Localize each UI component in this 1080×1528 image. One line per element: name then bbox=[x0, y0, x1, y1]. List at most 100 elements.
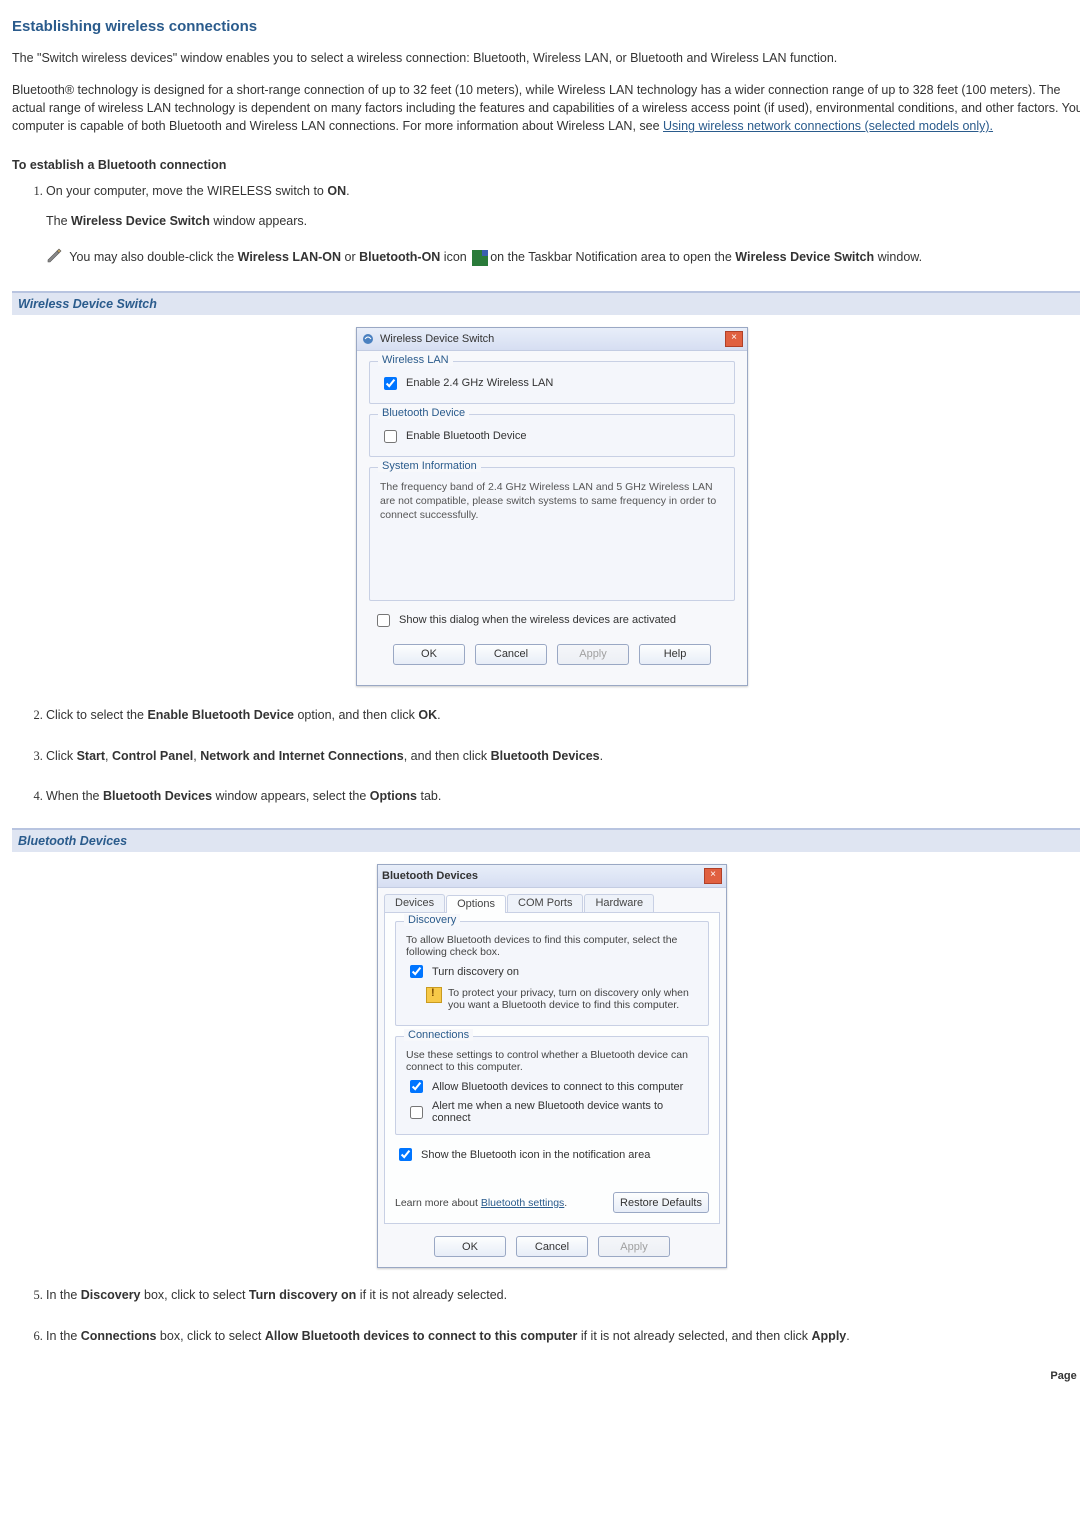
step-4-c: window appears, select the bbox=[212, 789, 370, 803]
note-text-a: You may also double-click the bbox=[69, 250, 237, 264]
step-4-d: Options bbox=[370, 789, 417, 803]
btd-button-row: OK Cancel Apply bbox=[378, 1230, 726, 1267]
note-block: You may also double-click the Wireless L… bbox=[46, 247, 1080, 269]
intro-paragraph-2: Bluetooth® technology is designed for a … bbox=[12, 81, 1080, 135]
cancel-button[interactable]: Cancel bbox=[516, 1236, 588, 1257]
enable-wlan-label: Enable 2.4 GHz Wireless LAN bbox=[406, 377, 553, 389]
step-6-a: In the bbox=[46, 1329, 81, 1343]
cancel-button[interactable]: Cancel bbox=[475, 644, 547, 665]
step-5-b: Discovery bbox=[81, 1288, 141, 1302]
wds-titlebar: Wireless Device Switch × bbox=[357, 328, 747, 351]
btd-options-panel: Discovery To allow Bluetooth devices to … bbox=[384, 912, 720, 1224]
step-1-extra-c: window appears. bbox=[210, 214, 307, 228]
close-icon[interactable]: × bbox=[704, 868, 722, 884]
wds-title-icon bbox=[361, 332, 375, 346]
step-1-extra-b: Wireless Device Switch bbox=[71, 214, 210, 228]
wireless-device-switch-dialog: Wireless Device Switch × Wireless LAN En… bbox=[356, 327, 748, 686]
step-6-g: . bbox=[846, 1329, 849, 1343]
figure-title-btd: Bluetooth Devices bbox=[12, 828, 1080, 852]
enable-bluetooth-row[interactable]: Enable Bluetooth Device bbox=[380, 427, 724, 446]
wireless-network-link[interactable]: Using wireless network connections (sele… bbox=[663, 119, 993, 133]
step-3-b3: Network and Internet Connections bbox=[200, 749, 404, 763]
note-text-e: window. bbox=[874, 250, 922, 264]
groupbox-system-info-title: System Information bbox=[378, 460, 481, 472]
wds-title-text: Wireless Device Switch bbox=[380, 333, 725, 345]
show-tray-label: Show the Bluetooth icon in the notificat… bbox=[421, 1149, 650, 1161]
intro-paragraph-1: The "Switch wireless devices" window ena… bbox=[12, 49, 1080, 67]
turn-discovery-on-checkbox[interactable] bbox=[410, 965, 423, 978]
discovery-privacy-text: To protect your privacy, turn on discove… bbox=[448, 987, 698, 1011]
step-5: In the Discovery box, click to select Tu… bbox=[46, 1286, 1080, 1305]
ok-button[interactable]: OK bbox=[434, 1236, 506, 1257]
section-title: Establishing wireless connections bbox=[12, 18, 1080, 35]
learn-more-row: Learn more about Bluetooth settings. Res… bbox=[395, 1192, 709, 1213]
wds-button-row: OK Cancel Apply Help bbox=[369, 638, 735, 675]
groupbox-system-info: System Information The frequency band of… bbox=[369, 467, 735, 601]
show-dialog-checkbox[interactable] bbox=[377, 614, 390, 627]
turn-discovery-on-row[interactable]: Turn discovery on bbox=[406, 962, 698, 981]
step-6-e: if it is not already selected, and then … bbox=[577, 1329, 811, 1343]
tab-devices[interactable]: Devices bbox=[384, 894, 445, 912]
step-1-extra-a: The bbox=[46, 214, 71, 228]
enable-wlan-checkbox[interactable] bbox=[384, 377, 397, 390]
bluetooth-settings-link[interactable]: Bluetooth settings bbox=[481, 1197, 564, 1209]
step-6-c: box, click to select bbox=[156, 1329, 264, 1343]
step-3-e: . bbox=[600, 749, 603, 763]
apply-button: Apply bbox=[598, 1236, 670, 1257]
note-text-d: on the Taskbar Notification area to open… bbox=[490, 250, 735, 264]
step-1: On your computer, move the WIRELESS swit… bbox=[46, 182, 1080, 269]
help-button[interactable]: Help bbox=[639, 644, 711, 665]
wds-body: Wireless LAN Enable 2.4 GHz Wireless LAN… bbox=[357, 351, 747, 685]
pencil-icon bbox=[46, 247, 64, 269]
step-4-a: When the bbox=[46, 789, 103, 803]
btd-title-text: Bluetooth Devices bbox=[382, 870, 704, 882]
note-text-c: icon bbox=[440, 250, 470, 264]
step-3-b2: Control Panel bbox=[112, 749, 193, 763]
step-5-a: In the bbox=[46, 1288, 81, 1302]
step-3: Click Start, Control Panel, Network and … bbox=[46, 747, 1080, 766]
step-1-on: ON bbox=[327, 184, 346, 198]
close-icon[interactable]: × bbox=[725, 331, 743, 347]
step-2-d: OK bbox=[418, 708, 437, 722]
enable-bluetooth-checkbox[interactable] bbox=[384, 430, 397, 443]
groupbox-connections-title: Connections bbox=[404, 1029, 473, 1041]
step-4: When the Bluetooth Devices window appear… bbox=[46, 787, 1080, 806]
warning-icon bbox=[426, 987, 442, 1003]
bluetooth-devices-dialog: Bluetooth Devices × Devices Options COM … bbox=[377, 864, 727, 1268]
groupbox-bluetooth-title: Bluetooth Device bbox=[378, 407, 469, 419]
groupbox-wireless-lan: Wireless LAN Enable 2.4 GHz Wireless LAN bbox=[369, 361, 735, 404]
groupbox-discovery: Discovery To allow Bluetooth devices to … bbox=[395, 921, 709, 1026]
step-3-b4: Bluetooth Devices bbox=[491, 749, 600, 763]
ok-button[interactable]: OK bbox=[393, 644, 465, 665]
system-info-text: The frequency band of 2.4 GHz Wireless L… bbox=[380, 480, 724, 523]
groupbox-wireless-lan-title: Wireless LAN bbox=[378, 354, 453, 366]
step-3-s1: , bbox=[105, 749, 112, 763]
step-2-c: option, and then click bbox=[294, 708, 418, 722]
tab-com-ports[interactable]: COM Ports bbox=[507, 894, 583, 912]
restore-defaults-button[interactable]: Restore Defaults bbox=[613, 1192, 709, 1213]
step-2: Click to select the Enable Bluetooth Dev… bbox=[46, 706, 1080, 725]
taskbar-icon bbox=[472, 250, 488, 266]
show-dialog-label: Show this dialog when the wireless devic… bbox=[399, 614, 676, 626]
learn-more-prefix: Learn more about bbox=[395, 1197, 481, 1209]
show-tray-row[interactable]: Show the Bluetooth icon in the notificat… bbox=[395, 1145, 709, 1164]
step-2-b: Enable Bluetooth Device bbox=[147, 708, 294, 722]
step-3-s3: , and then click bbox=[404, 749, 491, 763]
step-4-e: tab. bbox=[417, 789, 441, 803]
tab-hardware[interactable]: Hardware bbox=[584, 894, 654, 912]
step-6: In the Connections box, click to select … bbox=[46, 1327, 1080, 1346]
step-6-b: Connections bbox=[81, 1329, 157, 1343]
alert-new-device-checkbox[interactable] bbox=[410, 1106, 423, 1119]
allow-connect-checkbox[interactable] bbox=[410, 1080, 423, 1093]
allow-connect-row[interactable]: Allow Bluetooth devices to connect to th… bbox=[406, 1077, 698, 1096]
enable-wlan-row[interactable]: Enable 2.4 GHz Wireless LAN bbox=[380, 374, 724, 393]
connections-text: Use these settings to control whether a … bbox=[406, 1049, 698, 1073]
alert-new-device-label: Alert me when a new Bluetooth device wan… bbox=[432, 1100, 698, 1124]
tab-options[interactable]: Options bbox=[446, 895, 506, 913]
discovery-privacy-note: To protect your privacy, turn on discove… bbox=[426, 987, 698, 1011]
alert-new-device-row[interactable]: Alert me when a new Bluetooth device wan… bbox=[406, 1100, 698, 1124]
show-dialog-row[interactable]: Show this dialog when the wireless devic… bbox=[373, 611, 735, 630]
show-tray-checkbox[interactable] bbox=[399, 1148, 412, 1161]
groupbox-bluetooth-device: Bluetooth Device Enable Bluetooth Device bbox=[369, 414, 735, 457]
note-bold-3: Wireless Device Switch bbox=[735, 250, 874, 264]
